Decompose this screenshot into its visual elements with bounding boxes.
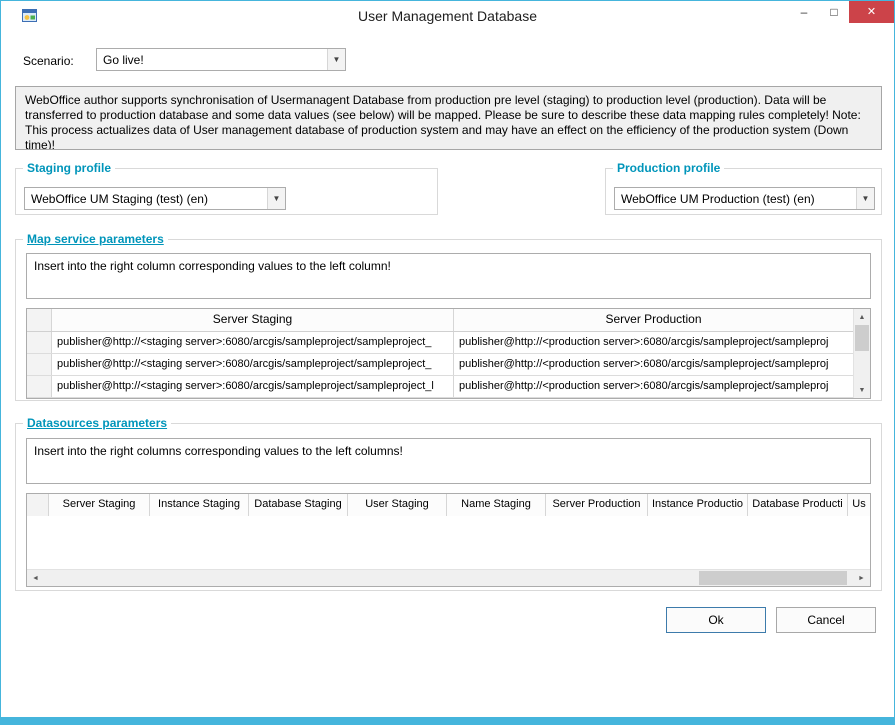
scroll-up-icon: ▲ [859, 314, 866, 321]
chevron-down-icon: ▼ [856, 188, 874, 209]
maximize-icon: □ [830, 6, 837, 18]
scenario-label: Scenario: [23, 54, 74, 68]
scroll-left-button[interactable]: ◄ [27, 570, 44, 586]
production-cell[interactable]: publisher@http://<production server>:608… [454, 376, 853, 397]
chevron-down-icon: ▼ [267, 188, 285, 209]
staging-profile-select[interactable]: WebOffice UM Staging (test) (en) ▼ [24, 187, 286, 210]
production-profile-title: Production profile [613, 161, 724, 175]
table-row[interactable]: publisher@http://<staging server>:6080/a… [27, 354, 853, 376]
staging-profile-value: WebOffice UM Staging (test) (en) [25, 192, 267, 206]
datasources-header-row: Server Staging Instance Staging Database… [27, 494, 870, 517]
column-header-server-staging[interactable]: Server Staging [52, 309, 454, 331]
title-bar[interactable]: User Management Database – □ ✕ [1, 1, 894, 31]
column-header[interactable]: Name Staging [447, 494, 546, 516]
window-border-bottom [1, 717, 894, 724]
map-service-table: Server Staging Server Production publish… [26, 308, 871, 399]
scroll-right-icon: ► [858, 575, 865, 582]
column-header[interactable]: Database Producti [748, 494, 848, 516]
row-header-cell[interactable] [27, 376, 52, 397]
map-service-parameters-group: Map service parameters Insert into the r… [15, 239, 882, 401]
column-header[interactable]: User Staging [348, 494, 447, 516]
production-profile-value: WebOffice UM Production (test) (en) [615, 192, 856, 206]
close-button[interactable]: ✕ [849, 1, 894, 23]
close-icon: ✕ [867, 7, 876, 18]
datasources-table-body[interactable] [27, 516, 870, 569]
production-profile-select[interactable]: WebOffice UM Production (test) (en) ▼ [614, 187, 875, 210]
map-table-header-row: Server Staging Server Production [27, 309, 853, 332]
scroll-right-button[interactable]: ► [853, 570, 870, 586]
table-row[interactable]: publisher@http://<staging server>:6080/a… [27, 376, 853, 398]
scroll-down-button[interactable]: ▼ [854, 382, 870, 398]
chevron-down-icon: ▼ [327, 49, 345, 70]
staging-cell[interactable]: publisher@http://<staging server>:6080/a… [52, 354, 454, 375]
minimize-button[interactable]: – [789, 1, 819, 23]
row-header-stub [27, 494, 49, 516]
scenario-value: Go live! [97, 53, 327, 67]
column-header[interactable]: Server Production [546, 494, 648, 516]
description-panel: WebOffice author supports synchronisatio… [15, 86, 882, 150]
map-table-grid: Server Staging Server Production publish… [27, 309, 853, 398]
dialog-window: User Management Database – □ ✕ Scenario:… [0, 0, 895, 725]
staging-profile-group: Staging profile WebOffice UM Staging (te… [15, 168, 438, 215]
staging-cell[interactable]: publisher@http://<staging server>:6080/a… [52, 332, 454, 353]
column-header[interactable]: Instance Productio [648, 494, 748, 516]
table-row[interactable]: publisher@http://<staging server>:6080/a… [27, 332, 853, 354]
ok-button[interactable]: Ok [666, 607, 766, 633]
row-header-cell[interactable] [27, 332, 52, 353]
row-header-cell[interactable] [27, 354, 52, 375]
production-cell[interactable]: publisher@http://<production server>:608… [454, 354, 853, 375]
minimize-icon: – [801, 6, 808, 18]
row-header-stub [27, 309, 52, 331]
column-header[interactable]: Instance Staging [150, 494, 249, 516]
scrollbar-thumb[interactable] [855, 325, 869, 351]
column-header[interactable]: Server Staging [49, 494, 150, 516]
horizontal-scrollbar[interactable]: ◄ ► [27, 569, 870, 586]
maximize-button[interactable]: □ [819, 1, 849, 23]
column-header-server-production[interactable]: Server Production [454, 309, 853, 331]
column-header[interactable]: Us [848, 494, 870, 516]
staging-cell[interactable]: publisher@http://<staging server>:6080/a… [52, 376, 454, 397]
scrollbar-thumb[interactable] [699, 571, 847, 585]
window-title: User Management Database [1, 1, 894, 31]
datasources-parameters-title: Datasources parameters [23, 416, 171, 430]
vertical-scrollbar[interactable]: ▲ ▼ [853, 309, 870, 398]
scrollbar-track[interactable] [854, 325, 870, 382]
map-instruction-textbox[interactable]: Insert into the right column correspondi… [26, 253, 871, 299]
scroll-left-icon: ◄ [32, 575, 39, 582]
map-service-parameters-title: Map service parameters [23, 232, 168, 246]
datasources-parameters-group: Datasources parameters Insert into the r… [15, 423, 882, 591]
scroll-down-icon: ▼ [859, 387, 866, 394]
production-cell[interactable]: publisher@http://<production server>:608… [454, 332, 853, 353]
scroll-up-button[interactable]: ▲ [854, 309, 870, 325]
production-profile-group: Production profile WebOffice UM Producti… [605, 168, 882, 215]
staging-profile-title: Staging profile [23, 161, 115, 175]
cancel-button[interactable]: Cancel [776, 607, 876, 633]
column-header[interactable]: Database Staging [249, 494, 348, 516]
window-controls: – □ ✕ [789, 1, 894, 23]
scrollbar-track[interactable] [44, 570, 853, 586]
datasources-table: Server Staging Instance Staging Database… [26, 493, 871, 587]
scenario-select[interactable]: Go live! ▼ [96, 48, 346, 71]
datasources-instruction-textbox[interactable]: Insert into the right columns correspond… [26, 438, 871, 484]
